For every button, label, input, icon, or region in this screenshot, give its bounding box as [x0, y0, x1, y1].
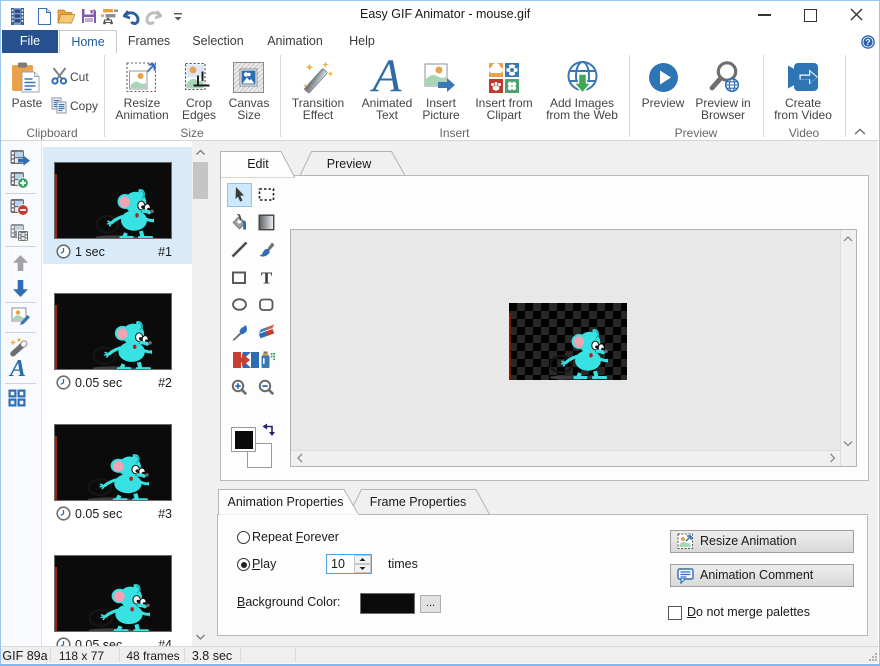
svg-text:T: T [261, 269, 273, 286]
svg-text:?: ? [865, 37, 870, 47]
